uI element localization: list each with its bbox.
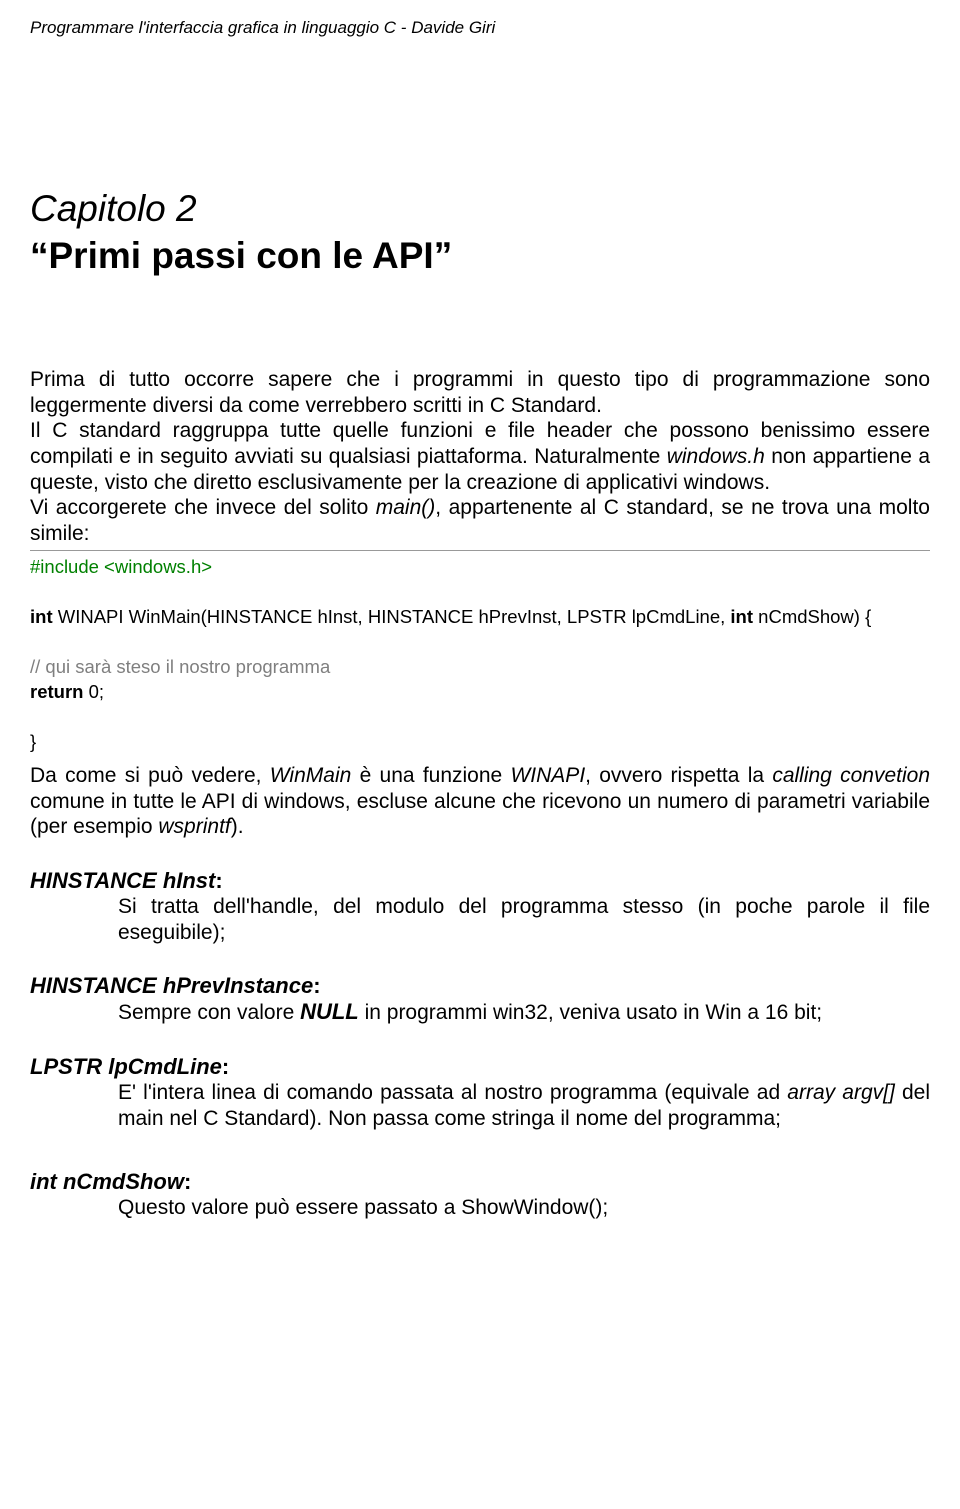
code-keyword: return <box>30 681 83 702</box>
param-desc-hprev: Sempre con valore NULL in programmi win3… <box>118 999 930 1026</box>
param-name: HINSTANCE hPrevInstance <box>30 973 313 998</box>
colon: : <box>215 868 222 893</box>
code-text: 0; <box>83 681 104 702</box>
colon: : <box>313 973 320 998</box>
italic-text: main() <box>376 496 436 519</box>
param-name: HINSTANCE hInst <box>30 868 215 893</box>
text: ). <box>231 815 244 838</box>
code-preproc: #include <windows.h> <box>30 556 212 577</box>
text: Vi accorgerete che invece del solito <box>30 496 376 519</box>
code-text: WINAPI WinMain(HINSTANCE hInst, HINSTANC… <box>53 606 731 627</box>
colon: : <box>184 1169 191 1194</box>
code-keyword: int <box>30 606 53 627</box>
param-desc-lp: E' l'intera linea di comando passata al … <box>118 1080 930 1131</box>
code-text: nCmdShow) { <box>753 606 871 627</box>
page-header: Programmare l'interfaccia grafica in lin… <box>30 18 930 38</box>
text: , ovvero rispetta la <box>585 764 772 787</box>
chapter-title: “Primi passi con le API” <box>30 235 930 278</box>
code-text: } <box>30 731 36 752</box>
italic-text: array argv[] <box>787 1081 895 1104</box>
param-desc-hinst: Si tratta dell'handle, del modulo del pr… <box>118 894 930 945</box>
colon: : <box>222 1054 229 1079</box>
param-head-hinst: HINSTANCE hInst: <box>30 868 930 894</box>
param-desc-ncmd: Questo valore può essere passato a ShowW… <box>118 1195 930 1221</box>
document-page: Programmare l'interfaccia grafica in lin… <box>0 0 960 1251</box>
italic-text: wsprintf <box>158 815 230 838</box>
italic-text: WinMain <box>270 764 352 787</box>
text: Sempre con valore <box>118 1001 300 1024</box>
param-head-hprev: HINSTANCE hPrevInstance: <box>30 973 930 999</box>
chapter-number: Capitolo 2 <box>30 188 930 231</box>
code-block: #include <windows.h> int WINAPI WinMain(… <box>30 551 930 759</box>
text: Prima di tutto occorre sapere che i prog… <box>30 368 930 417</box>
param-head-lp: LPSTR lpCmdLine: <box>30 1054 930 1080</box>
paragraph-winmain: Da come si può vedere, WinMain è una fun… <box>30 763 930 840</box>
italic-text: WINAPI <box>510 764 585 787</box>
text: è una funzione <box>351 764 510 787</box>
param-name: LPSTR lpCmdLine <box>30 1054 222 1079</box>
text: E' l'intera linea di comando passata al … <box>118 1081 787 1104</box>
param-head-ncmd: int nCmdShow: <box>30 1169 930 1195</box>
paragraph-intro: Prima di tutto occorre sapere che i prog… <box>30 367 930 546</box>
text: in programmi win32, veniva usato in Win … <box>359 1001 822 1024</box>
code-keyword: int <box>730 606 753 627</box>
code-comment: // qui sarà steso il nostro programma <box>30 656 330 677</box>
param-name: int nCmdShow <box>30 1169 184 1194</box>
italic-text: calling convetion <box>772 764 930 787</box>
italic-text: windows.h <box>667 445 765 468</box>
text: Da come si può vedere, <box>30 764 270 787</box>
bold-italic-text: NULL <box>300 999 359 1024</box>
